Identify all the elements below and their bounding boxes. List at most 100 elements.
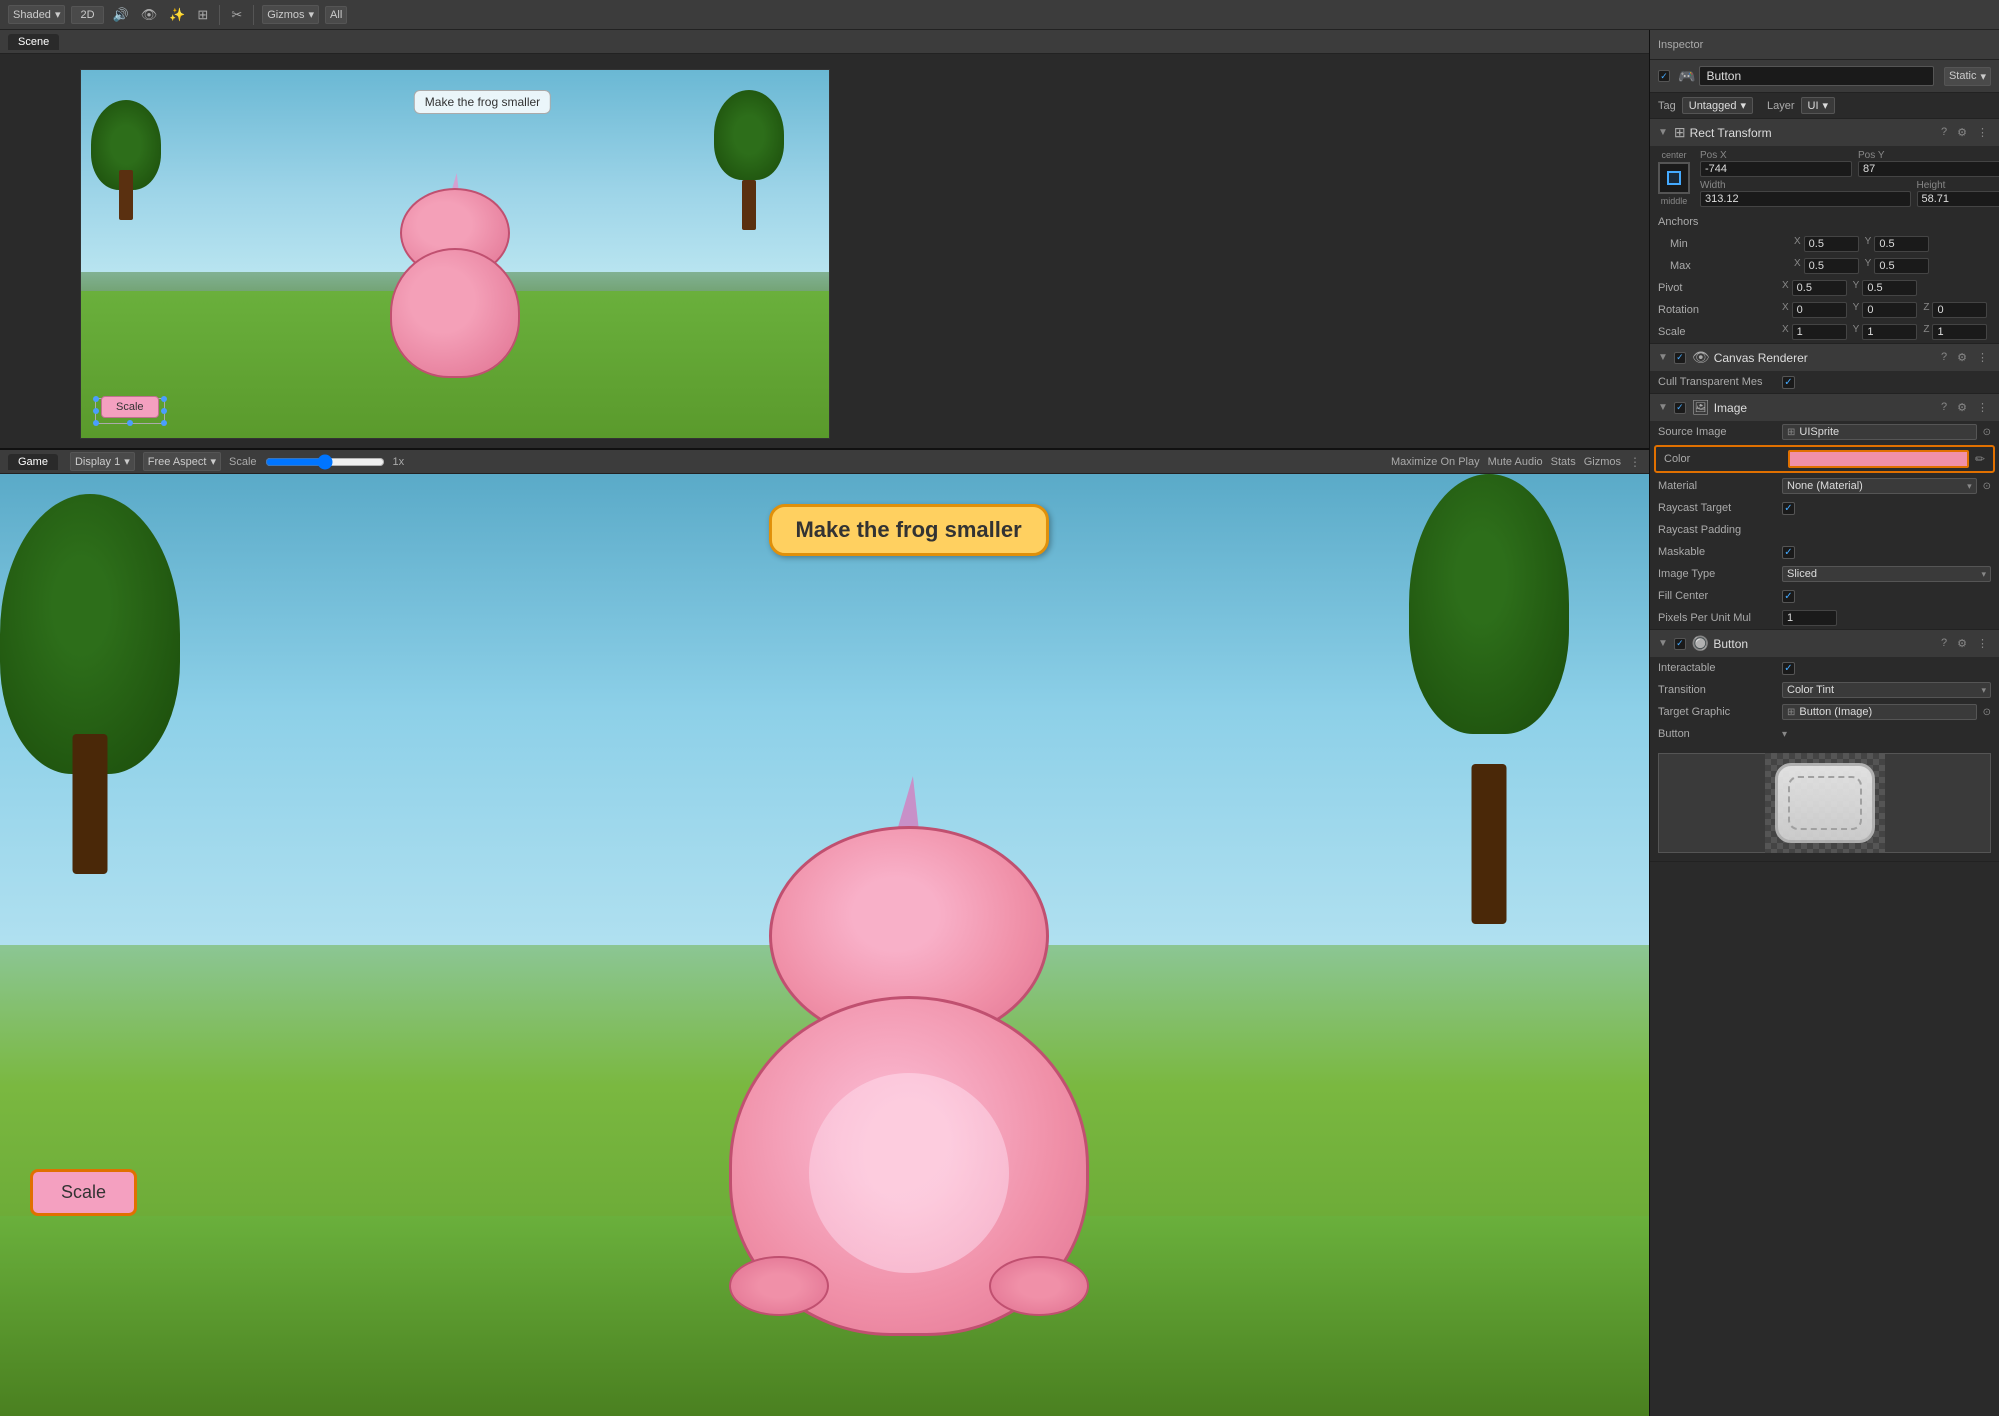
game-scale-button[interactable]: Scale (30, 1169, 137, 1216)
btn-enable-checkbox[interactable]: ✓ (1674, 638, 1686, 650)
mode-2d-button[interactable]: 2D (71, 6, 103, 24)
render-icon[interactable]: 👁 (138, 7, 161, 23)
cr-help-btn[interactable]: ? (1938, 351, 1950, 364)
image-type-dropdown[interactable]: Sliced ▾ (1782, 566, 1991, 582)
button-sub-label: Button (1658, 728, 1778, 740)
scene-scale-button[interactable]: Scale (101, 396, 159, 418)
img-help-btn[interactable]: ? (1938, 401, 1950, 414)
layer-dropdown[interactable]: UI ▾ (1801, 97, 1836, 114)
img-enable-checkbox[interactable]: ✓ (1674, 402, 1686, 414)
rotation-xyz: X Y Z (1782, 302, 1991, 318)
anchor-widget[interactable] (1658, 162, 1690, 194)
mute-audio-btn[interactable]: Mute Audio (1488, 456, 1543, 468)
object-enable-checkbox[interactable]: ✓ (1658, 70, 1670, 82)
anchors-min-y[interactable] (1874, 236, 1929, 252)
height-input[interactable] (1917, 191, 1999, 207)
static-dropdown[interactable]: Static ▾ (1944, 67, 1991, 86)
scale-x[interactable] (1792, 324, 1847, 340)
img-settings-btn[interactable]: ⚙ (1954, 401, 1970, 414)
anchors-min-label: Min (1670, 238, 1790, 250)
canvas-renderer-header[interactable]: ▼ ✓ 👁 Canvas Renderer ? ⚙ ⋮ (1650, 344, 1999, 371)
inspector-header: Inspector (1650, 30, 1999, 60)
all-dropdown[interactable]: All (325, 6, 347, 24)
transition-row: Transition Color Tint ▾ (1650, 679, 1999, 701)
scale-slider[interactable] (265, 454, 385, 470)
rotation-y[interactable] (1862, 302, 1917, 318)
maximize-on-play-btn[interactable]: Maximize On Play (1391, 456, 1480, 468)
scale-z[interactable] (1932, 324, 1987, 340)
raycast-target-checkbox[interactable]: ✓ (1782, 502, 1795, 515)
posx-input[interactable] (1700, 161, 1852, 177)
object-name-input[interactable] (1699, 66, 1934, 86)
button-sub-arrow[interactable]: ▾ (1782, 729, 1787, 740)
transition-dropdown[interactable]: Color Tint ▾ (1782, 682, 1991, 698)
rotation-z[interactable] (1932, 302, 1987, 318)
interactable-checkbox[interactable]: ✓ (1782, 662, 1795, 675)
material-arrow: ▾ (1967, 481, 1972, 492)
button-header[interactable]: ▼ ✓ 🔘 Button ? ⚙ ⋮ (1650, 630, 1999, 657)
cull-checkbox[interactable]: ✓ (1782, 376, 1795, 389)
handle-bl[interactable] (93, 420, 99, 426)
pivot-y[interactable] (1862, 280, 1917, 296)
btn-settings-btn[interactable]: ⚙ (1954, 637, 1970, 650)
rt-settings-btn[interactable]: ⚙ (1954, 126, 1970, 139)
cr-enable-checkbox[interactable]: ✓ (1674, 352, 1686, 364)
source-image-field[interactable]: ⊞ UISprite (1782, 424, 1977, 440)
color-swatch[interactable] (1788, 450, 1969, 468)
img-more-btn[interactable]: ⋮ (1974, 401, 1991, 414)
stats-btn[interactable]: Stats (1551, 456, 1576, 468)
handle-mr[interactable] (161, 408, 167, 414)
material-pick-btn[interactable]: ⊙ (1983, 481, 1991, 492)
cr-more-btn[interactable]: ⋮ (1974, 351, 1991, 364)
pivot-x[interactable] (1792, 280, 1847, 296)
anchors-max-y[interactable] (1874, 258, 1929, 274)
game-tab[interactable]: Game (8, 454, 58, 470)
source-image-pick-btn[interactable]: ⊙ (1983, 427, 1991, 438)
btn-more-btn[interactable]: ⋮ (1974, 637, 1991, 650)
target-graphic-pick-btn[interactable]: ⊙ (1983, 707, 1991, 718)
rt-more-btn[interactable]: ⋮ (1974, 126, 1991, 139)
shading-dropdown[interactable]: Shaded ▾ (8, 5, 65, 24)
btn-help-btn[interactable]: ? (1938, 637, 1950, 650)
color-eyedropper-btn[interactable]: ✏ (1975, 452, 1985, 466)
more-options-icon[interactable]: ⋮ (1629, 455, 1641, 469)
target-graphic-field[interactable]: ⊞ Button (Image) (1782, 704, 1977, 720)
posy-input[interactable] (1858, 161, 1999, 177)
fill-center-checkbox[interactable]: ✓ (1782, 590, 1795, 603)
material-dropdown[interactable]: None (Material) ▾ (1782, 478, 1977, 494)
rt-help-btn[interactable]: ? (1938, 126, 1950, 139)
handle-ml[interactable] (93, 408, 99, 414)
pixels-per-unit-row: Pixels Per Unit Mul (1650, 607, 1999, 629)
btn-fold-arrow: ▼ (1658, 638, 1668, 649)
gizmos-btn[interactable]: Gizmos (1584, 456, 1621, 468)
anchors-max-x[interactable] (1804, 258, 1859, 274)
scale-y[interactable] (1862, 324, 1917, 340)
handle-bm[interactable] (127, 420, 133, 426)
piv-x-label: X (1782, 280, 1789, 296)
inspector-panel: Inspector ✓ 🎮 Static ▾ Tag Untagged ▾ La… (1649, 30, 1999, 1416)
game-canopy-left (0, 494, 180, 774)
fx-icon[interactable]: ✨ (166, 7, 188, 23)
handle-tl[interactable] (93, 396, 99, 402)
maskable-checkbox[interactable]: ✓ (1782, 546, 1795, 559)
tag-dropdown[interactable]: Untagged ▾ (1682, 97, 1753, 114)
scissors-icon[interactable]: ✂ (228, 7, 245, 23)
color-row: Color ✏ (1654, 445, 1995, 473)
width-input[interactable] (1700, 191, 1911, 207)
pixels-per-unit-input[interactable] (1782, 610, 1837, 626)
image-header[interactable]: ▼ ✓ 🖼 Image ? ⚙ ⋮ (1650, 394, 1999, 421)
display-dropdown[interactable]: Display 1 ▾ (70, 452, 135, 471)
audio-icon[interactable]: 🔊 (110, 7, 132, 23)
anchors-min-x[interactable] (1804, 236, 1859, 252)
rot-x-label: X (1782, 302, 1789, 318)
scene-tab[interactable]: Scene (8, 34, 59, 50)
rotation-x[interactable] (1792, 302, 1847, 318)
rect-transform-header[interactable]: ▼ ⊞ Rect Transform ? ⚙ ⋮ (1650, 119, 1999, 146)
handle-br[interactable] (161, 420, 167, 426)
gizmos-dropdown[interactable]: Gizmos ▾ (262, 5, 319, 24)
handle-tr[interactable] (161, 396, 167, 402)
cr-settings-btn[interactable]: ⚙ (1954, 351, 1970, 364)
aspect-dropdown[interactable]: Free Aspect ▾ (143, 452, 221, 471)
grid-icon[interactable]: ⊞ (194, 7, 211, 23)
layer-label: Layer (1767, 100, 1795, 112)
